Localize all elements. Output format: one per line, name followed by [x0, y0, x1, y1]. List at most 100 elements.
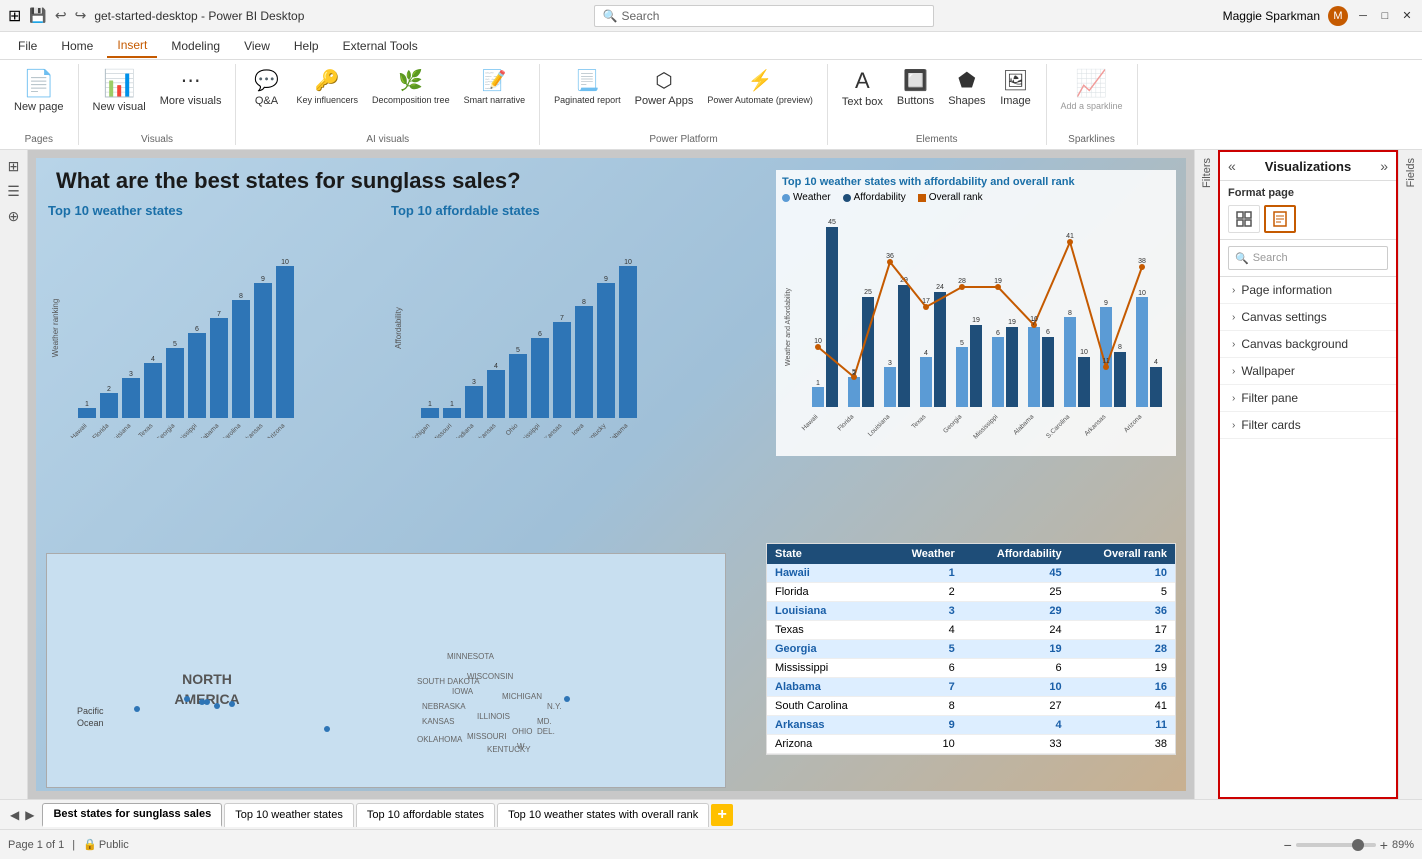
pages-add-icon[interactable]: ⊕	[4, 204, 24, 229]
zoom-thumb[interactable]	[1352, 839, 1364, 851]
panel-item-canvas-settings[interactable]: › Canvas settings	[1220, 304, 1396, 331]
panel-item-canvas-background[interactable]: › Canvas background	[1220, 331, 1396, 358]
power-apps-button[interactable]: ⬡ Power Apps	[629, 64, 700, 111]
collapse-left-btn[interactable]: «	[1228, 158, 1236, 174]
more-visuals-button[interactable]: ⋯ More visuals	[154, 64, 228, 111]
zoom-slider[interactable]	[1296, 843, 1376, 847]
svg-text:3: 3	[472, 379, 476, 386]
add-sparkline-button[interactable]: 📈 Add a sparkline	[1055, 64, 1129, 115]
format-icons	[1228, 205, 1388, 233]
pages-list-icon[interactable]: ☰	[3, 179, 24, 204]
menu-home[interactable]: Home	[51, 35, 103, 57]
new-page-button[interactable]: 📄 New page	[8, 64, 70, 117]
buttons-icon: 🔲	[903, 68, 928, 93]
cell-overall: 10	[1070, 564, 1175, 583]
smart-narrative-button[interactable]: 📝 Smart narrative	[458, 64, 532, 109]
titlebar-left: ⊞ 💾 ↩ ↪ get-started-desktop - Power BI D…	[8, 6, 304, 26]
svg-text:17: 17	[922, 298, 930, 305]
smart-narrative-icon: 📝	[482, 68, 507, 93]
format-page-btn[interactable]	[1264, 205, 1296, 233]
data-table: State Weather Affordability Overall rank…	[766, 543, 1176, 755]
save-icon[interactable]: 💾	[29, 7, 46, 24]
ribbon-group-ai: 💬 Q&A 🔑 Key influencers 🌿 Decomposition …	[236, 64, 540, 145]
zoom-level: 89%	[1392, 839, 1414, 851]
chart-mid: Top 10 affordable states Affordability 1…	[391, 203, 721, 441]
minimize-btn[interactable]: ─	[1356, 9, 1370, 23]
svg-text:Louisiana: Louisiana	[108, 422, 133, 438]
svg-text:8: 8	[1068, 310, 1072, 317]
decomposition-tree-button[interactable]: 🌿 Decomposition tree	[366, 64, 456, 109]
svg-text:38: 38	[1138, 258, 1146, 265]
report-title: What are the best states for sunglass sa…	[56, 168, 521, 194]
paginated-report-button[interactable]: 📃 Paginated report	[548, 64, 627, 109]
menu-view[interactable]: View	[234, 35, 280, 57]
tab-top10-affordable[interactable]: Top 10 affordable states	[356, 803, 495, 827]
qa-button[interactable]: 💬 Q&A	[244, 64, 288, 111]
fields-label[interactable]: Fields	[1405, 158, 1417, 187]
buttons-button[interactable]: 🔲 Buttons	[891, 64, 940, 111]
main-layout: ⊞ ☰ ⊕ What are the best states for sungl…	[0, 150, 1422, 799]
viz-search-input[interactable]: 🔍 Search	[1228, 246, 1388, 270]
menu-modeling[interactable]: Modeling	[161, 35, 230, 57]
menu-file[interactable]: File	[8, 35, 47, 57]
tab-prev-btn[interactable]: ◀	[8, 808, 21, 822]
svg-text:IOWA: IOWA	[452, 687, 474, 696]
zoom-minus-btn[interactable]: −	[1284, 837, 1292, 853]
svg-text:Mississippi: Mississippi	[514, 422, 541, 438]
col-overall: Overall rank	[1070, 544, 1175, 564]
panel-item-filter-cards[interactable]: › Filter cards	[1220, 412, 1396, 439]
menu-external-tools[interactable]: External Tools	[333, 35, 428, 57]
menu-insert[interactable]: Insert	[107, 34, 157, 58]
image-button[interactable]: 🖼 Image	[994, 64, 1038, 111]
menubar: File Home Insert Modeling View Help Exte…	[0, 32, 1422, 60]
format-grid-icon	[1236, 211, 1252, 227]
pages-grid-icon[interactable]: ⊞	[4, 154, 24, 179]
cell-weather: 6	[884, 659, 962, 678]
svg-text:5: 5	[960, 340, 964, 347]
svg-text:MINNESOTA: MINNESOTA	[447, 652, 495, 661]
table-row: Louisiana 3 29 36	[767, 602, 1175, 621]
svg-text:S. Carolina: S. Carolina	[215, 422, 243, 438]
cell-state: Arizona	[767, 735, 884, 754]
statusbar-right: − + 89%	[1284, 837, 1414, 853]
undo-icon[interactable]: ↩	[55, 7, 67, 24]
cell-state: Hawaii	[767, 564, 884, 583]
global-search[interactable]: 🔍 Search	[594, 5, 934, 27]
menu-help[interactable]: Help	[284, 35, 329, 57]
maximize-btn[interactable]: □	[1378, 9, 1392, 23]
panel-item-page-info[interactable]: › Page information	[1220, 277, 1396, 304]
zoom-plus-btn[interactable]: +	[1380, 837, 1388, 853]
svg-text:MD.: MD.	[537, 717, 552, 726]
chevron-wallpaper: ›	[1232, 366, 1235, 377]
svg-text:NEBRASKA: NEBRASKA	[422, 702, 466, 711]
power-automate-button[interactable]: ⚡ Power Automate (preview)	[701, 64, 819, 109]
redo-icon[interactable]: ↪	[75, 7, 87, 24]
fields-tab[interactable]: Fields	[1398, 150, 1422, 799]
svg-text:Indiana: Indiana	[455, 422, 475, 438]
cell-weather: 10	[884, 735, 962, 754]
chevron-page-info: ›	[1232, 285, 1235, 296]
svg-text:36: 36	[886, 253, 894, 260]
tab-top10-weather[interactable]: Top 10 weather states	[224, 803, 354, 827]
panel-item-wallpaper[interactable]: › Wallpaper	[1220, 358, 1396, 385]
key-influencers-button[interactable]: 🔑 Key influencers	[290, 64, 364, 109]
panel-item-filter-pane[interactable]: › Filter pane	[1220, 385, 1396, 412]
format-grid-btn[interactable]	[1228, 205, 1260, 233]
cell-weather: 1	[884, 564, 962, 583]
add-page-button[interactable]: +	[711, 804, 733, 826]
shapes-button[interactable]: ⬟ Shapes	[942, 64, 991, 111]
col-affordability: Affordability	[963, 544, 1070, 564]
svg-text:Weather and Affordability: Weather and Affordability	[785, 288, 792, 366]
filters-tab[interactable]: Filters	[1194, 150, 1218, 799]
tab-next-btn[interactable]: ▶	[23, 808, 36, 822]
svg-text:19: 19	[994, 278, 1002, 285]
tab-best-states[interactable]: Best states for sunglass sales	[42, 803, 222, 827]
tab-top10-overall[interactable]: Top 10 weather states with overall rank	[497, 803, 709, 827]
expand-right-btn[interactable]: »	[1380, 158, 1388, 174]
map-svg: NORTH AMERICA Pacific Ocean	[47, 554, 726, 788]
text-box-button[interactable]: A Text box	[836, 64, 889, 112]
cell-state: Texas	[767, 621, 884, 640]
filters-label[interactable]: Filters	[1201, 158, 1213, 188]
close-btn[interactable]: ✕	[1400, 9, 1414, 23]
new-visual-button[interactable]: 📊 New visual	[87, 64, 152, 117]
